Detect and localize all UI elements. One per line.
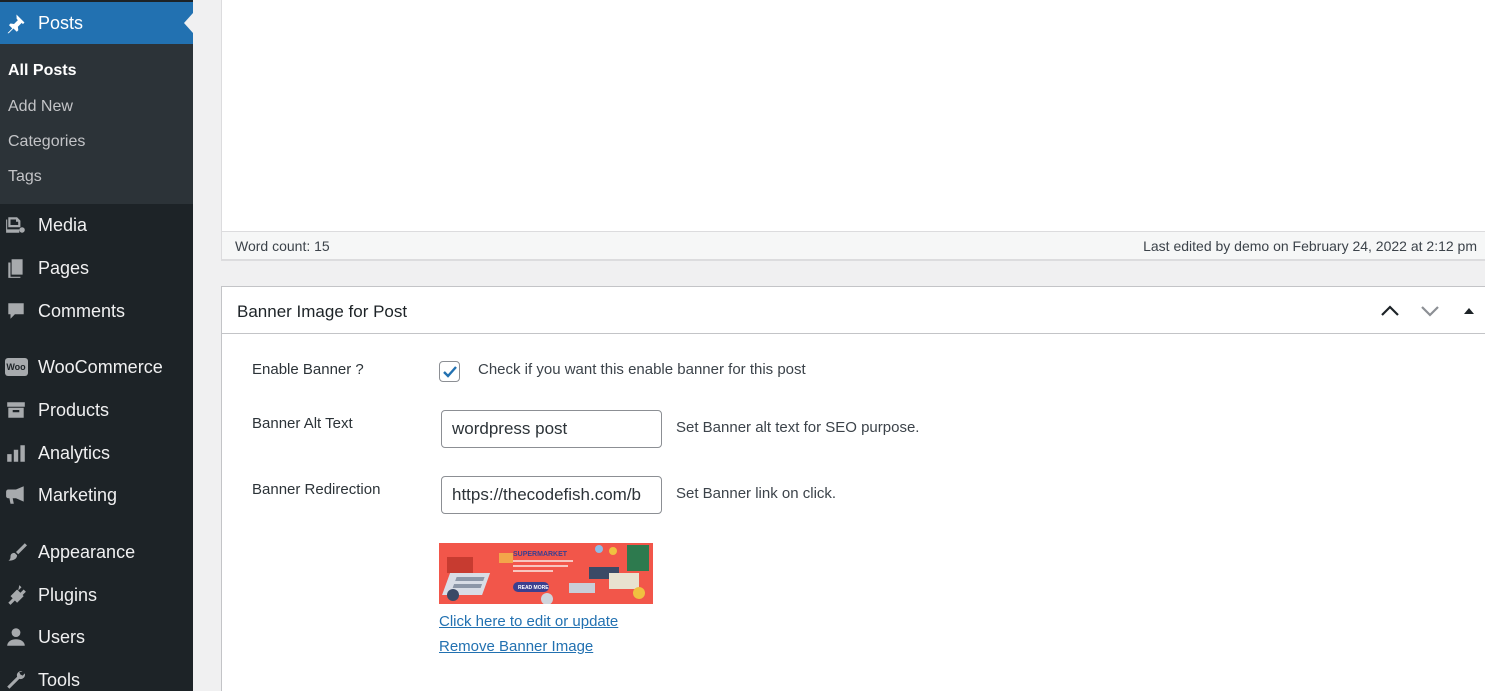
archive-box-icon [4,398,28,422]
menu-comments-label: Comments [38,300,126,321]
move-down-button[interactable] [1418,299,1442,323]
banner-alt-text-description: Set Banner alt text for SEO purpose. [676,419,920,436]
metabox-header: Banner Image for Post [222,287,1485,334]
menu-plugins[interactable]: Plugins [0,574,193,616]
menu-users-label: Users [38,626,86,647]
move-up-button[interactable] [1378,299,1402,323]
triangle-up-icon [1464,308,1474,314]
user-icon [4,625,28,649]
submenu-all-posts[interactable]: All Posts [8,62,76,80]
banner-alt-text-input[interactable] [441,410,662,448]
banner-image-metabox: Banner Image for Post Enable Banner ? Ch… [221,286,1485,691]
menu-analytics-label: Analytics [38,442,111,463]
menu-media[interactable]: Media [0,204,193,246]
chevron-down-icon [1421,306,1439,317]
menu-analytics[interactable]: Analytics [0,432,193,474]
woocommerce-icon: Woo [4,355,28,379]
menu-products-label: Products [38,399,110,420]
wrench-icon [4,668,28,691]
edit-banner-link[interactable]: Click here to edit or update [439,613,618,630]
posts-submenu: All Posts Add New Categories Tags [0,44,193,204]
metabox-title: Banner Image for Post [237,302,408,321]
menu-media-label: Media [38,214,88,235]
banner-redirection-label: Banner Redirection [252,481,381,498]
menu-tools-label: Tools [38,669,81,690]
submenu-categories[interactable]: Categories [8,133,85,151]
last-edited-info: Last edited by demo on February 24, 2022… [1143,238,1477,254]
megaphone-icon [4,483,28,507]
menu-pages-label: Pages [38,257,90,278]
pages-icon [4,256,28,280]
menu-woocommerce-label: WooCommerce [38,356,163,377]
editor-status-bar: Word count: 15 Last edited by demo on Fe… [221,231,1485,260]
admin-sidebar: Posts All Posts Add New Categories Tags … [0,0,193,691]
paintbrush-icon [4,540,28,564]
menu-products[interactable]: Products [0,389,193,431]
menu-marketing[interactable]: Marketing [0,474,193,516]
banner-alt-text-label: Banner Alt Text [252,415,353,432]
menu-users[interactable]: Users [0,616,193,658]
pushpin-icon [4,11,28,35]
plug-icon [4,583,28,607]
menu-appearance-label: Appearance [38,541,136,562]
chevron-up-icon [1381,305,1399,316]
banner-heading: SUPERMARKET [513,551,568,558]
menu-appearance[interactable]: Appearance [0,531,193,573]
menu-marketing-label: Marketing [38,484,118,505]
enable-banner-checkbox[interactable] [439,361,460,382]
menu-tools[interactable]: Tools [0,659,193,691]
collapse-toggle-button[interactable] [1457,299,1481,323]
enable-banner-label: Enable Banner ? [252,361,364,378]
submenu-add-new[interactable]: Add New [8,98,73,116]
menu-comments[interactable]: Comments [0,290,193,332]
submenu-tags[interactable]: Tags [8,168,42,186]
banner-illustration: SUPERMARKET READ MORE [439,543,653,604]
post-editor-content[interactable] [221,0,1485,261]
media-icon [4,213,28,237]
comment-icon [4,299,28,323]
banner-redirection-input[interactable] [441,476,662,514]
checkmark-icon [442,365,457,378]
menu-pages[interactable]: Pages [0,247,193,289]
enable-banner-description: Check if you want this enable banner for… [478,361,806,378]
banner-read-more: READ MORE [518,585,549,591]
bar-chart-icon [4,441,28,465]
menu-plugins-label: Plugins [38,584,98,605]
menu-posts-label: Posts [38,12,84,33]
remove-banner-link[interactable]: Remove Banner Image [439,638,593,655]
menu-woocommerce[interactable]: Woo WooCommerce [0,346,193,388]
menu-posts[interactable]: Posts [0,2,193,44]
word-count: Word count: 15 [235,238,330,254]
banner-redirection-description: Set Banner link on click. [676,485,837,502]
banner-image-preview: SUPERMARKET READ MORE [439,543,653,604]
